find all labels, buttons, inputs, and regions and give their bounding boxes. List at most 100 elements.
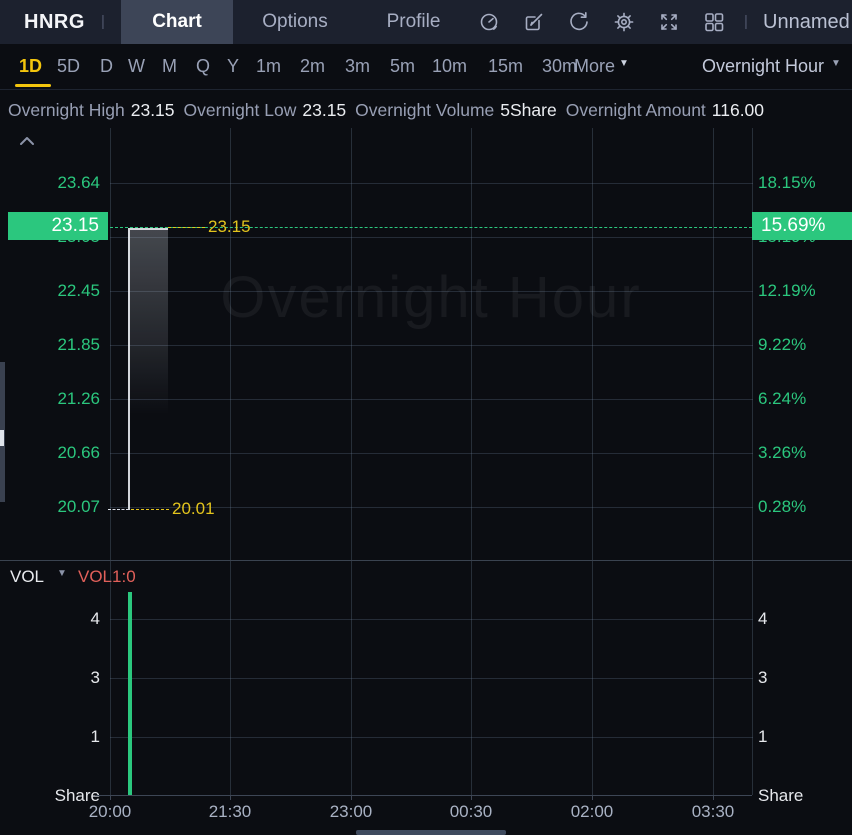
gridline xyxy=(230,128,231,560)
timeframe-more-button[interactable]: More xyxy=(574,55,615,77)
gridline xyxy=(110,399,753,400)
chevron-down-icon[interactable]: ▼ xyxy=(831,58,841,69)
x-axis-tick xyxy=(713,795,714,800)
divider: | xyxy=(101,0,105,44)
workspace-name[interactable]: Unnamed xyxy=(763,0,850,44)
x-axis-label: 02:00 xyxy=(560,801,624,823)
price-axis-label: 20.66 xyxy=(4,443,100,463)
timeframe-y[interactable]: Y xyxy=(227,55,239,77)
low-annotation-label: 20.01 xyxy=(172,499,215,519)
x-axis-label: 21:30 xyxy=(198,801,262,823)
low-annotation-line xyxy=(131,509,169,510)
x-axis-tick xyxy=(230,795,231,800)
volume-indicator-label[interactable]: VOL xyxy=(10,565,44,589)
info-label: Overnight Volume xyxy=(355,100,494,120)
draw-icon[interactable] xyxy=(522,10,546,34)
percent-axis-label: 6.24% xyxy=(758,389,850,409)
session-selector-label: Overnight Hour xyxy=(702,56,824,76)
candlestick[interactable] xyxy=(128,228,168,510)
price-axis-label: 21.85 xyxy=(4,335,100,355)
plot-right-border xyxy=(752,128,753,560)
timeframe-m[interactable]: M xyxy=(162,55,177,77)
x-axis-tick xyxy=(592,795,593,800)
collapse-panel-icon[interactable] xyxy=(18,134,36,148)
gridline xyxy=(110,737,753,738)
timeframe-1d[interactable]: 1D xyxy=(19,55,42,77)
session-selector[interactable]: Overnight Hour xyxy=(702,55,824,77)
horizontal-scrollbar[interactable] xyxy=(356,830,506,835)
gauge-icon[interactable] xyxy=(477,10,501,34)
percent-axis-label: 12.19% xyxy=(758,281,850,301)
side-panel-handle-grip[interactable] xyxy=(0,430,4,446)
timeframe-d[interactable]: D xyxy=(100,55,113,77)
gridline xyxy=(713,128,714,560)
gridline xyxy=(471,128,472,560)
tab-profile[interactable]: Profile xyxy=(366,0,461,44)
tab-options[interactable]: Options xyxy=(240,0,350,44)
timeframe-5m[interactable]: 5m xyxy=(390,55,415,77)
x-axis-tick xyxy=(351,795,352,800)
info-value: 116.00 xyxy=(712,100,764,120)
current-percent-badge: 15.69% xyxy=(752,212,852,240)
gridline xyxy=(110,619,753,620)
timeframe-30m[interactable]: 30m xyxy=(542,55,577,77)
price-axis-label: 20.07 xyxy=(4,497,100,517)
timeframe-2m[interactable]: 2m xyxy=(300,55,325,77)
x-axis-label: 20:00 xyxy=(78,801,142,823)
timeframe-3m[interactable]: 3m xyxy=(345,55,370,77)
refresh-icon[interactable] xyxy=(567,10,591,34)
percent-axis-label: 18.15% xyxy=(758,173,850,193)
x-axis-line xyxy=(95,795,752,796)
current-price-line xyxy=(110,227,752,228)
percent-axis-label: 3.26% xyxy=(758,443,850,463)
volume-legend[interactable]: VOL1:0 xyxy=(78,565,136,589)
info-value: 23.15 xyxy=(131,100,175,120)
chevron-down-icon[interactable]: ▼ xyxy=(619,58,629,69)
info-value: 23.15 xyxy=(302,100,346,120)
tab-chart[interactable]: Chart xyxy=(121,0,233,44)
volume-axis-label: 4 xyxy=(4,609,100,629)
gridline xyxy=(110,678,753,679)
layout-grid-icon[interactable] xyxy=(702,10,726,34)
chevron-down-icon[interactable]: ▼ xyxy=(57,568,67,579)
volume-bar[interactable] xyxy=(128,592,132,795)
volume-axis-label: 1 xyxy=(758,727,850,747)
high-annotation-label: 23.15 xyxy=(208,217,251,237)
volume-unit-label: Share xyxy=(758,786,850,806)
timeframe-q[interactable]: Q xyxy=(196,55,210,77)
x-axis-tick xyxy=(471,795,472,800)
trading-app-window: HNRG | Chart Options Profile xyxy=(0,0,852,835)
price-axis-label: 21.26 xyxy=(4,389,100,409)
percent-axis-label: 0.28% xyxy=(758,497,850,517)
gridline xyxy=(110,345,753,346)
divider xyxy=(0,89,852,90)
panel-divider[interactable] xyxy=(0,560,852,561)
x-axis-label: 00:30 xyxy=(439,801,503,823)
settings-icon[interactable] xyxy=(612,10,636,34)
tab-chart-label: Chart xyxy=(152,11,202,32)
session-watermark: Overnight Hour xyxy=(110,256,752,340)
percent-axis-label: 9.22% xyxy=(758,335,850,355)
tab-profile-label: Profile xyxy=(387,11,441,32)
x-axis-label: 23:00 xyxy=(319,801,383,823)
timeframe-1m[interactable]: 1m xyxy=(256,55,281,77)
timeframe-w[interactable]: W xyxy=(128,55,145,77)
overnight-info-bar: Overnight High23.15Overnight Low23.15Ove… xyxy=(8,92,773,128)
divider: | xyxy=(744,0,748,44)
x-axis-label: 03:30 xyxy=(681,801,745,823)
info-value: 5Share xyxy=(500,100,556,120)
gridline xyxy=(592,128,593,560)
price-axis-label: 23.64 xyxy=(4,173,100,193)
info-label: Overnight High xyxy=(8,100,125,120)
open-annotation-line xyxy=(108,509,129,510)
timeframe-5d[interactable]: 5D xyxy=(57,55,80,77)
timeframe-15m[interactable]: 15m xyxy=(488,55,523,77)
current-price-badge: 23.15 xyxy=(8,212,108,240)
timeframe-10m[interactable]: 10m xyxy=(432,55,467,77)
volume-axis-label: 3 xyxy=(4,668,100,688)
gridline xyxy=(110,128,111,560)
ticker-symbol: HNRG xyxy=(24,0,85,44)
gridline xyxy=(110,453,753,454)
active-timeframe-underline xyxy=(15,84,51,87)
fullscreen-icon[interactable] xyxy=(657,10,681,34)
